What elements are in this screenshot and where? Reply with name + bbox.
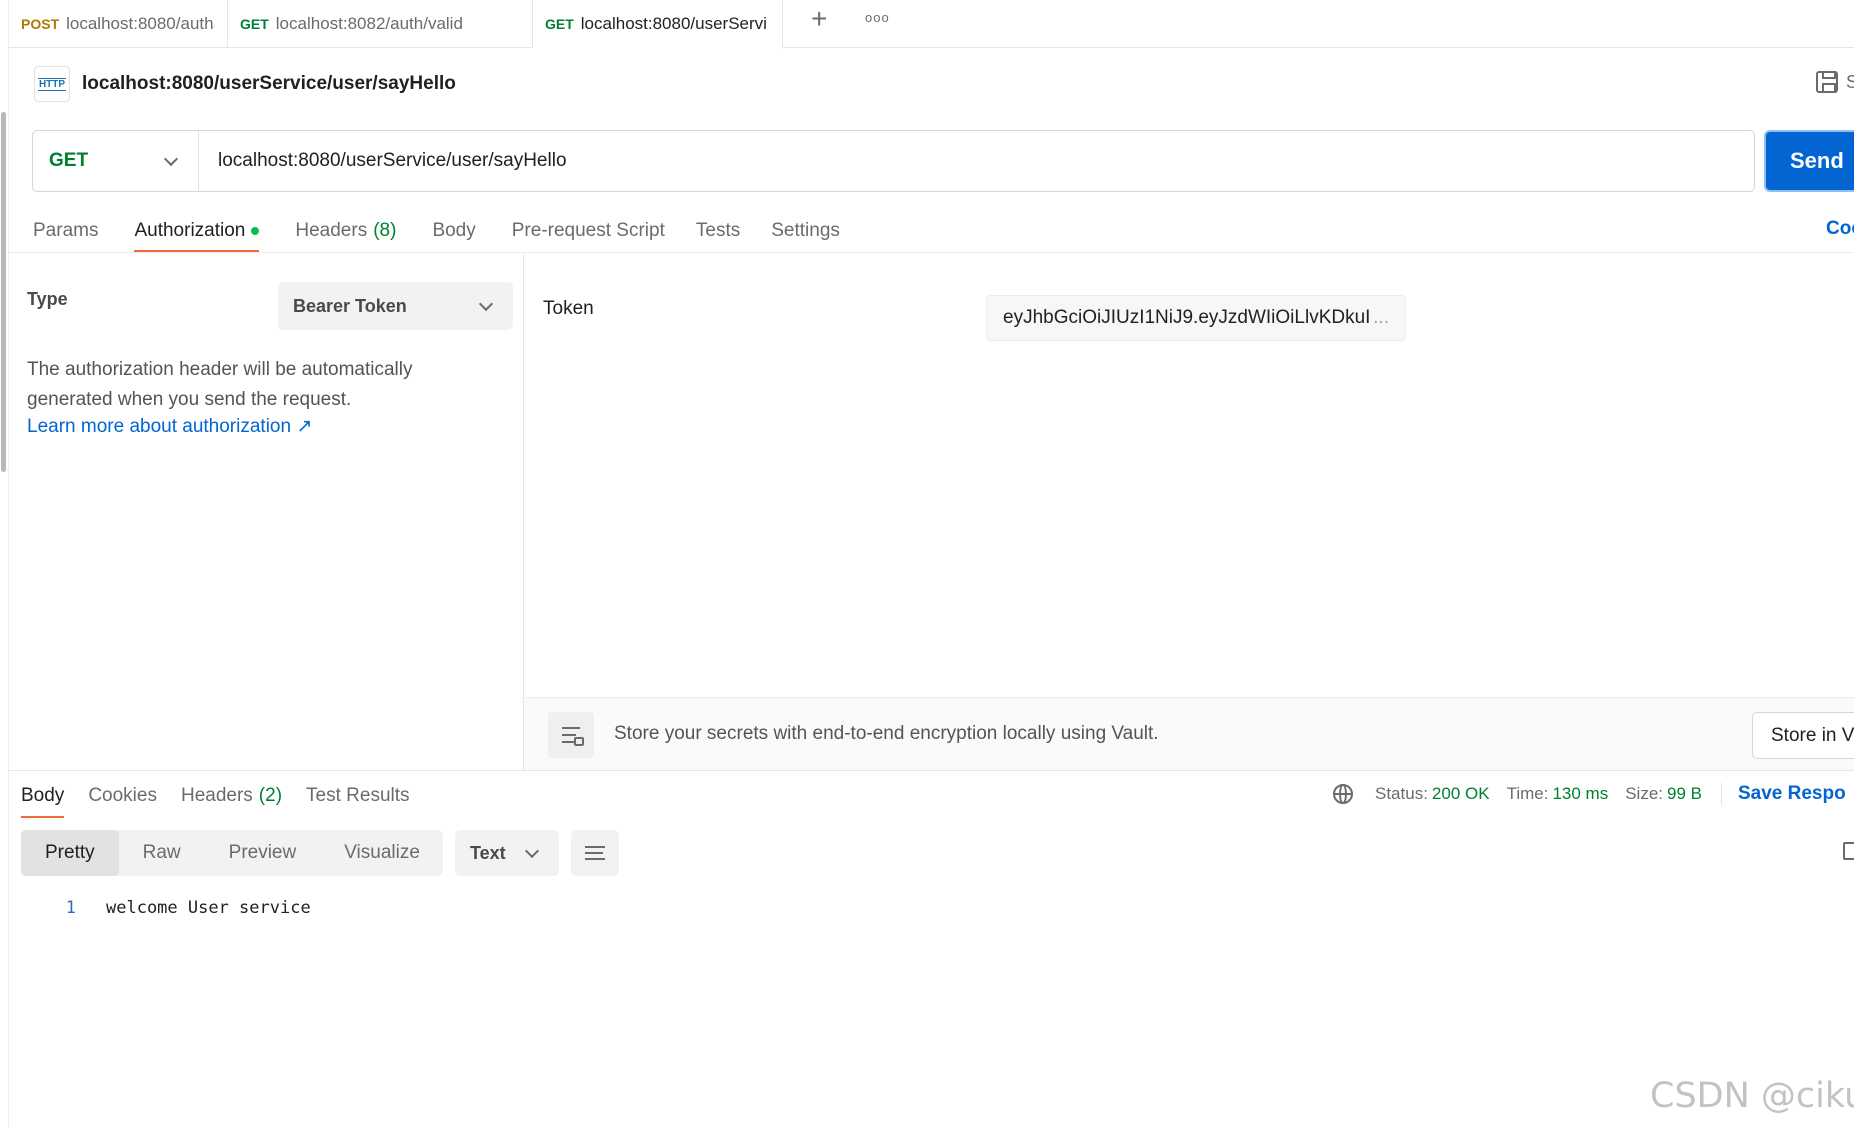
auth-type-select[interactable]: Bearer Token bbox=[278, 282, 513, 330]
status-value: 200 OK bbox=[1431, 784, 1490, 803]
response-headers-label: Headers bbox=[180, 785, 253, 806]
vault-message: Store your secrets with end-to-end encry… bbox=[614, 723, 1159, 744]
vault-banner: Store your secrets with end-to-end encry… bbox=[524, 697, 1854, 770]
save-response-button[interactable]: Save Respo bbox=[1738, 783, 1846, 805]
learn-more-auth-link[interactable]: Learn more about authorization ↗ bbox=[27, 415, 312, 438]
wrap-lines-button[interactable] bbox=[571, 830, 619, 876]
size: Size: 99 B bbox=[1625, 784, 1702, 804]
token-value: eyJhbGciOiJIUzI1NiJ9.eyJzdWIiOiLlvKDkuIk bbox=[1003, 307, 1372, 328]
tab-url: localhost:8082/auth/valid bbox=[275, 14, 463, 33]
time-value: 130 ms bbox=[1552, 784, 1609, 803]
left-scrollbar[interactable] bbox=[1, 112, 6, 472]
time-label: Time: bbox=[1506, 784, 1549, 803]
token-label: Token bbox=[543, 298, 594, 319]
method-select[interactable]: GET bbox=[33, 131, 199, 191]
request-tab-3-active[interactable]: GET localhost:8080/userServi bbox=[533, 0, 783, 49]
view-preview[interactable]: Preview bbox=[205, 830, 321, 876]
auth-type-value: Bearer Token bbox=[293, 295, 407, 316]
tab-method: GET bbox=[545, 16, 574, 32]
store-in-vault-button[interactable]: Store in V bbox=[1752, 712, 1854, 759]
url-bar: GET bbox=[32, 130, 1755, 192]
url-input[interactable] bbox=[199, 131, 1754, 191]
tab-prerequest-script[interactable]: Pre-request Script bbox=[512, 210, 665, 252]
tab-method: POST bbox=[21, 16, 60, 32]
chevron-down-icon bbox=[478, 296, 494, 311]
auth-description: The authorization header will be automat… bbox=[27, 359, 413, 410]
tab-body[interactable]: Body bbox=[432, 210, 475, 252]
token-input[interactable]: eyJhbGciOiJIUzI1NiJ9.eyJzdWIiOiLlvKDkuIk… bbox=[986, 295, 1406, 341]
response-format-select[interactable]: Text bbox=[455, 830, 559, 876]
tab-params[interactable]: Params bbox=[33, 210, 98, 252]
line-content: welcome User service bbox=[106, 898, 311, 918]
chevron-down-icon bbox=[524, 843, 540, 858]
method-value: GET bbox=[49, 150, 89, 171]
auth-active-dot-icon bbox=[251, 227, 260, 235]
time: Time: 130 ms bbox=[1507, 784, 1609, 804]
response-tabs: Body Cookies Headers (2) Test Results bbox=[21, 774, 434, 818]
request-title-row: HTTP localhost:8080/userService/user/say… bbox=[34, 64, 456, 104]
status: Status: 200 OK bbox=[1375, 784, 1490, 804]
wrap-lines-icon bbox=[585, 846, 605, 860]
chevron-down-icon bbox=[163, 151, 179, 166]
view-pretty[interactable]: Pretty bbox=[21, 830, 119, 876]
request-title[interactable]: localhost:8080/userService/user/sayHello bbox=[82, 73, 456, 95]
send-button[interactable]: Send bbox=[1764, 130, 1854, 192]
tab-authorization[interactable]: Authorization bbox=[134, 210, 260, 252]
tab-authorization-label: Authorization bbox=[134, 220, 246, 241]
save-icon[interactable] bbox=[1816, 71, 1838, 93]
headers-count: (8) bbox=[373, 220, 397, 241]
cookies-link[interactable]: Coo bbox=[1826, 218, 1854, 240]
response-meta: Status: 200 OK Time: 130 ms Size: 99 B Save… bbox=[1333, 782, 1846, 806]
http-request-icon: HTTP bbox=[34, 66, 70, 102]
globe-icon[interactable] bbox=[1333, 784, 1353, 804]
request-tab-2[interactable]: GET localhost:8082/auth/valid bbox=[228, 0, 533, 48]
save-label[interactable]: S bbox=[1846, 72, 1854, 93]
response-divider bbox=[9, 770, 1854, 771]
status-label: Status: bbox=[1375, 784, 1428, 803]
auth-type-label: Type bbox=[27, 289, 68, 309]
view-raw[interactable]: Raw bbox=[119, 830, 205, 876]
response-tab-body[interactable]: Body bbox=[21, 774, 65, 818]
auth-type-panel: Type Bearer Token The authorization head… bbox=[9, 253, 524, 770]
size-label: Size: bbox=[1625, 784, 1663, 803]
watermark: CSDN @ciku bbox=[1650, 1076, 1854, 1116]
response-headers-count: (2) bbox=[258, 785, 283, 806]
token-ellipsis: ... bbox=[1373, 307, 1389, 328]
response-tab-cookies[interactable]: Cookies bbox=[88, 774, 157, 818]
meta-separator bbox=[1720, 783, 1722, 805]
more-tabs-icon[interactable]: ooo bbox=[865, 10, 890, 25]
tab-headers[interactable]: Headers (8) bbox=[295, 210, 396, 252]
tab-settings[interactable]: Settings bbox=[771, 210, 840, 252]
tab-url: localhost:8080/authServ bbox=[66, 14, 215, 33]
tab-url: localhost:8080/userServi bbox=[580, 14, 767, 33]
tab-headers-label: Headers bbox=[295, 220, 368, 241]
tab-tests[interactable]: Tests bbox=[696, 210, 740, 252]
response-tab-headers[interactable]: Headers (2) bbox=[181, 774, 282, 818]
response-body-line: 1 welcome User service bbox=[0, 893, 311, 923]
size-value: 99 B bbox=[1667, 784, 1702, 803]
request-tab-bar: POST localhost:8080/authServ GET localho… bbox=[9, 0, 1854, 49]
request-section-tabs: Params Authorization Headers (8) Body Pre… bbox=[33, 210, 876, 252]
view-visualize[interactable]: Visualize bbox=[320, 830, 444, 876]
response-tab-test-results[interactable]: Test Results bbox=[306, 774, 409, 818]
format-value: Text bbox=[470, 842, 506, 863]
http-badge: HTTP bbox=[37, 77, 67, 91]
request-tab-1[interactable]: POST localhost:8080/authServ bbox=[9, 0, 228, 48]
tab-method: GET bbox=[240, 16, 269, 32]
line-number: 1 bbox=[65, 898, 76, 918]
vault-icon bbox=[548, 712, 594, 758]
copy-icon[interactable] bbox=[1843, 842, 1854, 860]
response-view-toggle: Pretty Raw Preview Visualize bbox=[21, 830, 443, 876]
new-tab-plus-icon[interactable]: + bbox=[811, 3, 827, 35]
